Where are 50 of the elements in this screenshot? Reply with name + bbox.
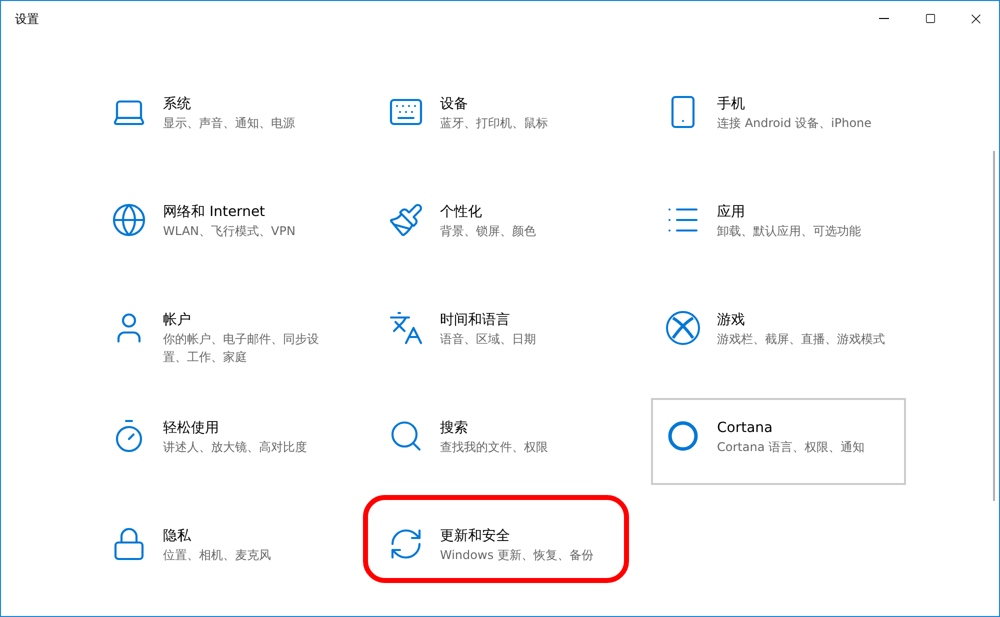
settings-tile[interactable]: 应用 卸载、默认应用、可选功能	[651, 182, 906, 269]
settings-tile[interactable]: 系统 显示、声音、通知、电源	[97, 74, 352, 161]
scrollbar[interactable]	[993, 151, 995, 501]
language-icon	[388, 310, 424, 346]
tile-description: 讲述人、放大镜、高对比度	[163, 439, 308, 456]
tile-description: 显示、声音、通知、电源	[163, 115, 296, 132]
tile-title: 搜索	[440, 419, 469, 438]
tile-description: 语音、区域、日期	[440, 331, 537, 348]
globe-icon	[111, 202, 147, 238]
settings-tile[interactable]: 更新和安全 Windows 更新、恢复、备份	[374, 506, 629, 593]
maximize-icon	[924, 13, 936, 24]
settings-tile[interactable]: 设备 蓝牙、打印机、鼠标	[374, 74, 629, 161]
settings-tile[interactable]: 搜索 查找我的文件、权限	[374, 398, 629, 485]
tile-title: 游戏	[717, 311, 746, 330]
tile-description: 查找我的文件、权限	[440, 439, 549, 456]
tile-description: Windows 更新、恢复、备份	[440, 547, 594, 564]
settings-tile[interactable]: 帐户 你的帐户、电子邮件、同步设置、工作、家庭	[97, 290, 352, 377]
settings-tile[interactable]: 网络和 Internet WLAN、飞行模式、VPN	[97, 182, 352, 269]
tile-description: 背景、锁屏、颜色	[440, 223, 537, 240]
tile-description: 位置、相机、麦克风	[163, 547, 272, 564]
settings-tile[interactable]: 游戏 游戏栏、截屏、直播、游戏模式	[651, 290, 906, 377]
paintbrush-icon	[388, 202, 424, 238]
tile-title: 应用	[717, 203, 746, 222]
tile-title: 帐户	[163, 311, 192, 330]
tile-title: 手机	[717, 95, 746, 114]
minimize-icon	[879, 18, 889, 19]
tile-title: 轻松使用	[163, 419, 220, 438]
tile-title: 设备	[440, 95, 469, 114]
xbox-icon	[665, 310, 701, 346]
tile-description: WLAN、飞行模式、VPN	[163, 223, 296, 240]
tile-title: 更新和安全	[440, 527, 511, 546]
settings-tile[interactable]: 轻松使用 讲述人、放大镜、高对比度	[97, 398, 352, 485]
tile-description: 卸载、默认应用、可选功能	[717, 223, 862, 240]
window-title: 设置	[15, 10, 39, 28]
tile-title: Cortana	[717, 419, 774, 438]
tile-title: 个性化	[440, 203, 483, 222]
settings-tile[interactable]: 隐私 位置、相机、麦克风	[97, 506, 352, 593]
settings-tile[interactable]: 手机 连接 Android 设备、iPhone	[651, 74, 906, 161]
settings-tile[interactable]: Cortana Cortana 语言、权限、通知	[651, 398, 906, 485]
tile-description: 蓝牙、打印机、鼠标	[440, 115, 549, 132]
tile-description: 连接 Android 设备、iPhone	[717, 115, 873, 132]
settings-tile[interactable]: 时间和语言 语音、区域、日期	[374, 290, 629, 377]
tile-title: 系统	[163, 95, 192, 114]
settings-tile[interactable]: 个性化 背景、锁屏、颜色	[374, 182, 629, 269]
tile-title: 网络和 Internet	[163, 203, 266, 222]
tile-title: 时间和语言	[440, 311, 511, 330]
tile-title: 隐私	[163, 527, 192, 546]
tile-description: Cortana 语言、权限、通知	[717, 439, 866, 456]
tile-description: 游戏栏、截屏、直播、游戏模式	[717, 331, 886, 348]
tile-description: 你的帐户、电子邮件、同步设置、工作、家庭	[163, 331, 320, 366]
